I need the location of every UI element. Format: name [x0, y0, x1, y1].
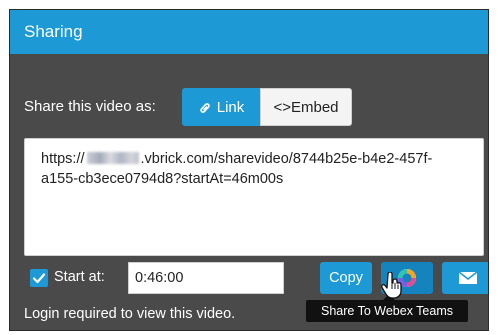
checkmark-icon	[32, 273, 46, 284]
start-at-label: Start at:	[54, 269, 105, 285]
redacted-host	[86, 152, 139, 164]
link-toggle-button[interactable]: Link	[182, 88, 260, 126]
embed-toggle-button[interactable]: <>Embed	[260, 88, 352, 126]
panel-title: Sharing	[10, 10, 488, 54]
embed-toggle-label: <>Embed	[273, 99, 339, 116]
copy-button[interactable]: Copy	[320, 262, 372, 294]
sharing-panel: Sharing Share this video as: Link <>Embe…	[9, 9, 489, 331]
login-required-note: Login required to view this video.	[24, 306, 236, 322]
start-at-checkbox[interactable]	[30, 269, 48, 287]
hand-cursor-icon	[381, 272, 402, 299]
link-icon	[198, 92, 212, 130]
copy-button-label: Copy	[329, 270, 363, 286]
email-icon	[458, 271, 478, 284]
start-at-input[interactable]	[128, 262, 284, 294]
webex-tooltip: Share To Webex Teams	[306, 300, 468, 322]
link-toggle-label: Link	[216, 99, 245, 116]
share-url-field[interactable]: https://.vbrick.com/sharevideo/8744b25e-…	[24, 138, 484, 256]
url-prefix: https://	[41, 151, 85, 167]
share-controls: Start at: Copy	[24, 262, 488, 294]
email-share-button[interactable]	[442, 262, 488, 294]
share-type-row: Share this video as: Link <>Embed	[10, 86, 488, 130]
share-as-label: Share this video as:	[24, 98, 156, 115]
